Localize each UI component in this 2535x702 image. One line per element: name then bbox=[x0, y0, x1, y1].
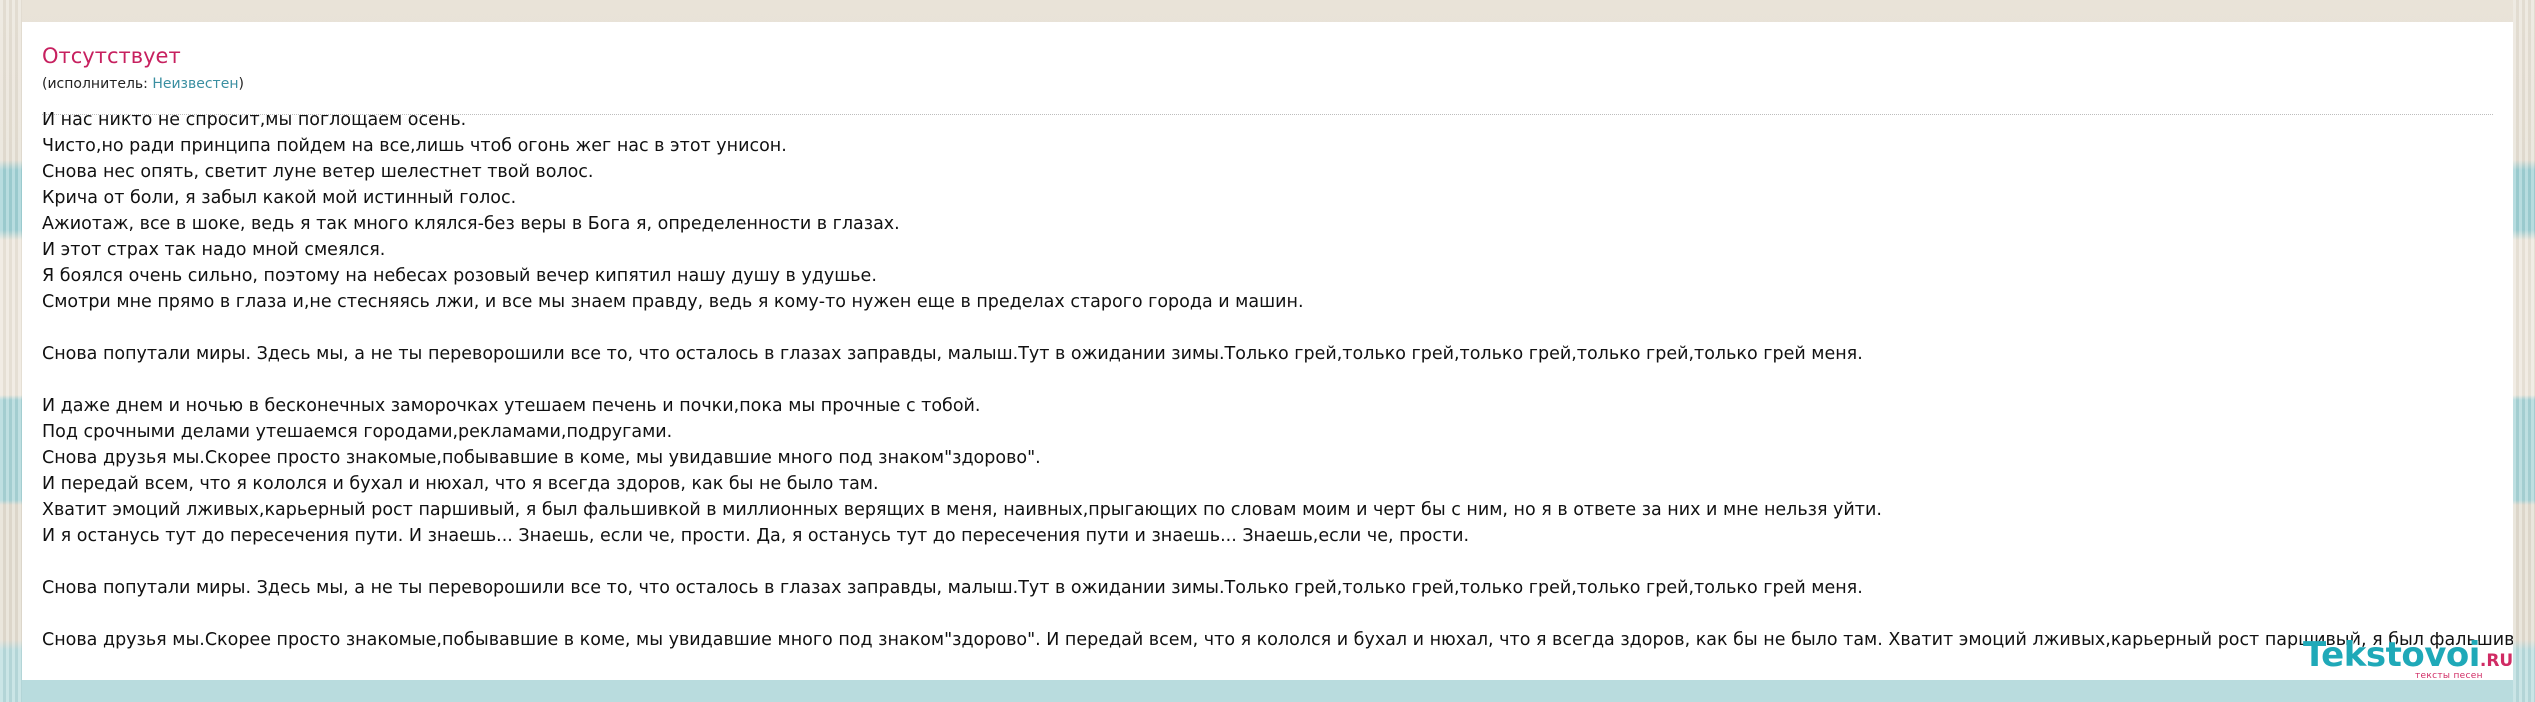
lyric-line: И даже днем и ночью в бесконечных заморо… bbox=[42, 396, 981, 416]
lyric-line: Под срочными делами утешаемся городами,р… bbox=[42, 422, 673, 442]
lyric-blank-line bbox=[42, 549, 2513, 575]
right-background-stripe bbox=[2513, 0, 2535, 702]
lyrics-text: И нас никто не спросит,мы поглощаем осен… bbox=[42, 107, 2513, 653]
lyric-line: И этот страх так надо мной смеялся. bbox=[42, 240, 386, 260]
lyric-line: Крича от боли, я забыл какой мой истинны… bbox=[42, 188, 517, 208]
performer-suffix: ) bbox=[238, 76, 244, 92]
lyric-line: И передай всем, что я кололся и бухал и … bbox=[42, 474, 879, 494]
lyric-line: Снова друзья мы.Скорее просто знакомые,п… bbox=[42, 448, 1041, 468]
performer-prefix: (исполнитель: bbox=[42, 76, 153, 92]
lyric-blank-line bbox=[42, 367, 2513, 393]
lyric-line: Ажиотаж, все в шоке, ведь я так много кл… bbox=[42, 214, 900, 234]
performer-link[interactable]: Неизвестен bbox=[152, 76, 238, 92]
lyric-line: Чисто,но ради принципа пойдем на все,лиш… bbox=[42, 136, 787, 156]
lyric-line: Снова попутали миры. Здесь мы, а не ты п… bbox=[42, 344, 1863, 364]
lyric-line: И нас никто не спросит,мы поглощаем осен… bbox=[42, 110, 467, 130]
watermark-tagline: тексты песен bbox=[2415, 671, 2483, 681]
site-watermark: Tekstovoi.RU тексты песен bbox=[2303, 635, 2535, 681]
performer-line: (исполнитель: Неизвестен) bbox=[42, 74, 244, 94]
lyric-line: Снова попутали миры. Здесь мы, а не ты п… bbox=[42, 578, 1863, 598]
lyric-line: И я останусь тут до пересечения пути. И … bbox=[42, 526, 1470, 546]
lyric-line: Снова нес опять, светит луне ветер шелес… bbox=[42, 162, 594, 182]
song-title: Отсутствует bbox=[42, 44, 181, 68]
lyric-line: Хватит эмоций лживых,карьерный рост парш… bbox=[42, 500, 1882, 520]
lyric-blank-line bbox=[42, 601, 2513, 627]
lyric-line: Смотри мне прямо в глаза и,не стесняясь … bbox=[42, 292, 1304, 312]
song-header: Отсутствует (исполнитель: Неизвестен) bbox=[42, 42, 2493, 115]
watermark-tld: .RU bbox=[2479, 651, 2514, 671]
lyric-line: Снова друзья мы.Скорее просто знакомые,п… bbox=[42, 630, 2513, 650]
lyrics-panel: Отсутствует (исполнитель: Неизвестен) И … bbox=[22, 22, 2513, 680]
lyric-line: Я боялся очень сильно, поэтому на небеса… bbox=[42, 266, 877, 286]
watermark-brand: Tekstovoi bbox=[2303, 635, 2480, 675]
lyric-blank-line bbox=[42, 315, 2513, 341]
left-background-stripe bbox=[0, 0, 22, 702]
